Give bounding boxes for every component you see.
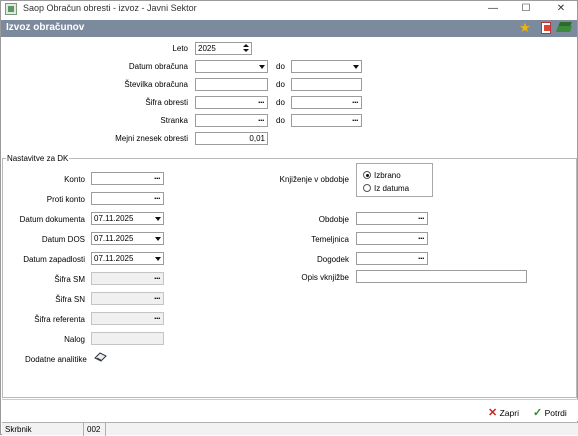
sifra-obresti-to-field[interactable]: ... [291, 96, 362, 109]
proti-konto-field[interactable]: ... [91, 192, 164, 205]
radio-iz-datuma[interactable] [363, 184, 371, 192]
datum-zapadlosti-label: Datum zapadlosti [23, 255, 85, 264]
datum-dokumenta-field[interactable]: 07.11.2025 [91, 212, 164, 225]
opis-vknjizbe-label: Opis vknjižbe [301, 273, 349, 282]
stevilka-obracuna-label: Številka obračuna [124, 80, 188, 89]
chevron-down-icon[interactable] [152, 253, 163, 264]
lookup-icon[interactable]: ... [151, 193, 163, 204]
do-label: do [276, 62, 285, 71]
leto-value: 2025 [198, 44, 216, 53]
konto-field[interactable]: ... [91, 172, 164, 185]
chevron-down-icon[interactable] [350, 61, 361, 72]
zapri-button[interactable]: ✕ Zapri [488, 406, 519, 419]
favorite-star-icon[interactable]: ★ [518, 21, 532, 35]
chevron-down-icon[interactable] [152, 213, 163, 224]
zapri-label: Zapri [499, 408, 519, 418]
sifra-obresti-label: Šifra obresti [145, 98, 188, 107]
datum-dos-value: 07.11.2025 [94, 234, 134, 243]
temeljnica-label: Temeljnica [311, 235, 349, 244]
edit-analytics-icon[interactable] [94, 352, 107, 363]
maximize-button[interactable]: ☐ [511, 1, 541, 17]
do-label: do [276, 98, 285, 107]
stranka-from-field[interactable]: ... [195, 114, 268, 127]
do-label: do [276, 116, 285, 125]
datum-dokumenta-label: Datum dokumenta [19, 215, 85, 224]
checkmark-icon: ✓ [533, 407, 543, 419]
datum-zapadlosti-value: 07.11.2025 [94, 254, 134, 263]
obdobje-field[interactable]: ... [356, 212, 428, 225]
sifra-referenta-label: Šifra referenta [34, 315, 85, 324]
datum-obracuna-label: Datum obračuna [128, 62, 188, 71]
radio-izbrano[interactable] [363, 171, 371, 179]
sifra-referenta-field[interactable]: ... [91, 312, 164, 325]
lookup-icon[interactable]: ... [151, 293, 163, 304]
sifra-obresti-from-field[interactable]: ... [195, 96, 268, 109]
knjizenje-radio-group: Izbrano Iz datuma [356, 163, 433, 197]
form-title: Izvoz obračunov [6, 22, 85, 33]
sifra-sn-field[interactable]: ... [91, 292, 164, 305]
lookup-icon[interactable]: ... [151, 273, 163, 284]
do-label: do [276, 80, 285, 89]
opis-vknjizbe-field[interactable] [356, 270, 527, 283]
book-icon[interactable] [555, 21, 573, 35]
leto-field[interactable]: 2025 [195, 42, 252, 55]
sifra-sn-label: Šifra SN [55, 295, 85, 304]
stranka-label: Stranka [160, 116, 188, 125]
datum-dos-label: Datum DOS [41, 235, 85, 244]
potrdi-button[interactable]: ✓ Potrdi [533, 406, 567, 419]
document-icon[interactable] [539, 21, 553, 35]
status-bar: Skrbnik 002 [2, 422, 578, 436]
chevron-down-icon[interactable] [256, 61, 267, 72]
status-code: 002 [84, 423, 106, 436]
mejni-znesek-label: Mejni znesek obresti [115, 134, 188, 143]
datum-dokumenta-value: 07.11.2025 [94, 214, 134, 223]
nalog-field[interactable] [91, 332, 164, 345]
potrdi-label: Potrdi [544, 408, 567, 418]
knjizenje-v-obdobje-label: Knjiženje v obdobje [279, 175, 349, 184]
dogodek-label: Dogodek [316, 255, 349, 264]
sifra-sm-field[interactable]: ... [91, 272, 164, 285]
title-bar: Saop Obračun obresti - izvoz - Javni Sek… [1, 1, 577, 17]
nalog-label: Nalog [64, 335, 85, 344]
konto-label: Konto [64, 175, 85, 184]
obdobje-label: Obdobje [318, 215, 349, 224]
window-title: Saop Obračun obresti - izvoz - Javni Sek… [23, 3, 197, 13]
lookup-icon[interactable]: ... [415, 253, 427, 264]
proti-konto-label: Proti konto [46, 195, 85, 204]
dodatne-analitike-label: Dodatne analitike [25, 355, 87, 364]
dk-settings-title: Nastavitve za DK [6, 154, 70, 163]
stranka-to-field[interactable]: ... [291, 114, 362, 127]
datum-zapadlosti-field[interactable]: 07.11.2025 [91, 252, 164, 265]
application-window: Saop Obračun obresti - izvoz - Javni Sek… [0, 0, 578, 436]
radio-iz-datuma-label: Iz datuma [374, 184, 410, 193]
leto-spinner[interactable] [242, 43, 251, 54]
close-button[interactable]: ✕ [546, 1, 576, 17]
lookup-icon[interactable]: ... [151, 313, 163, 324]
lookup-icon[interactable]: ... [255, 97, 267, 108]
datum-obracuna-to-field[interactable] [291, 60, 362, 73]
app-icon [5, 3, 17, 15]
datum-dos-field[interactable]: 07.11.2025 [91, 232, 164, 245]
dogodek-field[interactable]: ... [356, 252, 428, 265]
leto-label: Leto [172, 44, 188, 53]
chevron-down-icon[interactable] [152, 233, 163, 244]
lookup-icon[interactable]: ... [255, 115, 267, 126]
minimize-button[interactable]: — [478, 1, 508, 17]
lookup-icon[interactable]: ... [415, 213, 427, 224]
sifra-sm-label: Šifra SM [54, 275, 85, 284]
lookup-icon[interactable]: ... [415, 233, 427, 244]
stevilka-obracuna-to-field[interactable] [291, 78, 362, 91]
datum-obracuna-from-field[interactable] [195, 60, 268, 73]
radio-izbrano-label: Izbrano [374, 171, 401, 180]
temeljnica-field[interactable]: ... [356, 232, 428, 245]
lookup-icon[interactable]: ... [349, 115, 361, 126]
mejni-znesek-field[interactable]: 0,01 [195, 132, 268, 145]
lookup-icon[interactable]: ... [349, 97, 361, 108]
status-user: Skrbnik [2, 423, 84, 436]
lookup-icon[interactable]: ... [151, 173, 163, 184]
stevilka-obracuna-from-field[interactable] [195, 78, 268, 91]
close-x-icon: ✕ [488, 407, 498, 419]
form-header: Izvoz obračunov ★ [1, 20, 577, 37]
